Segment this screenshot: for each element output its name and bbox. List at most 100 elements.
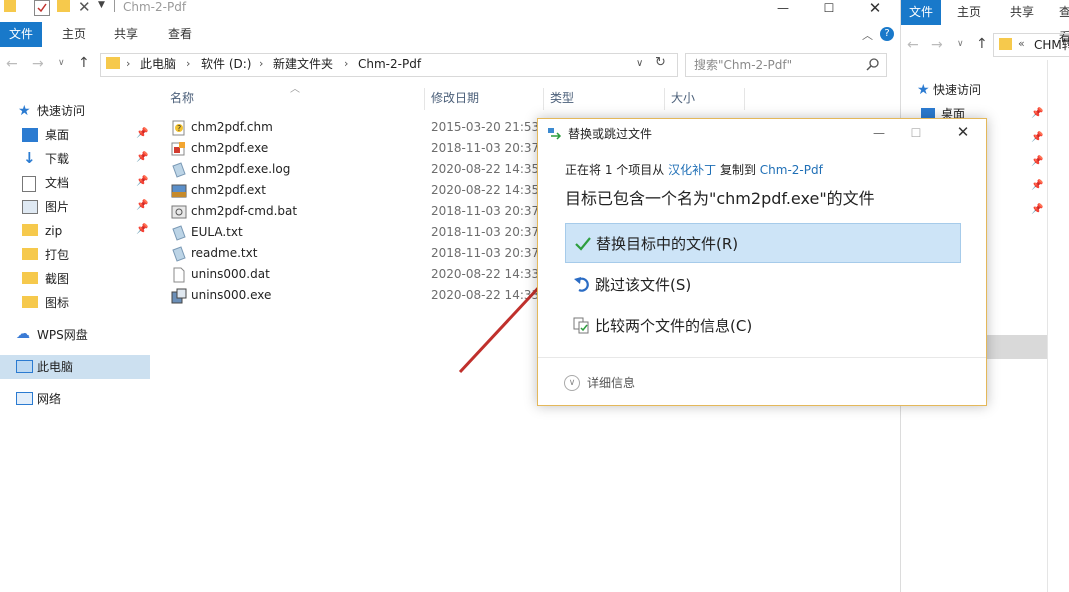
selected-nav-item[interactable]: [987, 335, 1047, 359]
up-button[interactable]: ↑: [78, 55, 90, 71]
nav-quick-access[interactable]: 快速访问: [933, 83, 981, 97]
minimize-button[interactable]: —: [760, 0, 806, 16]
pin-icon[interactable]: 📌: [136, 200, 148, 211]
column-size[interactable]: 大小: [671, 88, 695, 108]
nav-network[interactable]: 网络: [0, 387, 150, 411]
column-divider[interactable]: [543, 88, 544, 110]
pin-icon[interactable]: 📌: [136, 176, 148, 187]
nav-item-documents[interactable]: 文档 📌: [0, 171, 150, 195]
txt-file-icon: [171, 225, 187, 241]
maximize-button[interactable]: ☐: [901, 123, 931, 143]
column-type[interactable]: 类型: [550, 88, 574, 108]
tab-share[interactable]: 共享: [104, 22, 148, 47]
minimize-button[interactable]: —: [864, 123, 894, 143]
close-button[interactable]: ✕: [852, 0, 898, 17]
search-icon[interactable]: [866, 57, 880, 71]
file-row[interactable]: chm2pdf.ext 2020-08-22 14:35: [165, 180, 545, 201]
exe-app-icon: [171, 141, 187, 157]
file-row[interactable]: chm2pdf.exe 2018-11-03 20:37: [165, 138, 545, 159]
pane-divider: [1047, 60, 1048, 592]
close-button[interactable]: ✕: [948, 122, 978, 142]
nav-item-pack[interactable]: 打包: [0, 243, 150, 267]
pin-icon[interactable]: 📌: [1031, 108, 1043, 119]
recent-locations-icon[interactable]: ∨: [58, 58, 65, 68]
source-folder-link[interactable]: 汉化补丁: [668, 163, 716, 177]
file-row[interactable]: ? chm2pdf.chm 2015-03-20 21:53: [165, 117, 545, 138]
nav-item-desktop[interactable]: 桌面 📌: [0, 123, 150, 147]
address-dropdown-icon[interactable]: ∨: [636, 58, 643, 69]
nav-item-screenshots[interactable]: 截图: [0, 267, 150, 291]
pin-icon[interactable]: 📌: [1031, 204, 1043, 215]
ribbon-expand-icon[interactable]: ︿: [862, 27, 873, 43]
breadcrumb-folder[interactable]: 新建文件夹: [273, 57, 333, 71]
tab-view[interactable]: 查看: [158, 22, 202, 47]
recent-locations-icon[interactable]: ∨: [957, 39, 964, 49]
compare-documents-icon: [573, 317, 591, 335]
nav-item-zip[interactable]: zip 📌: [0, 219, 150, 243]
breadcrumb-separator: ›: [259, 57, 264, 70]
skip-file-option[interactable]: 跳过该文件(S): [565, 265, 959, 303]
breadcrumb-current[interactable]: Chm-2-Pdf: [358, 57, 421, 71]
column-divider[interactable]: [424, 88, 425, 110]
pin-icon[interactable]: 📌: [136, 128, 148, 139]
file-name: chm2pdf.exe.log: [191, 162, 291, 176]
undo-arrow-icon: [573, 276, 591, 294]
nav-label: 快速访问: [37, 104, 86, 118]
nav-quick-access[interactable]: ★ 快速访问: [0, 99, 150, 123]
column-divider[interactable]: [664, 88, 665, 110]
log-file-icon: [171, 162, 187, 178]
option-label: 比较两个文件的信息(C): [595, 317, 753, 335]
breadcrumb-overflow-icon[interactable]: «: [1018, 37, 1025, 50]
column-name[interactable]: 名称: [170, 88, 194, 108]
nav-item-pictures[interactable]: 图片 📌: [0, 195, 150, 219]
tab-share[interactable]: 共享: [1010, 0, 1034, 25]
pin-icon[interactable]: 📌: [1031, 180, 1043, 191]
replace-file-option[interactable]: 替换目标中的文件(R): [565, 223, 961, 263]
breadcrumb-this-pc[interactable]: 此电脑: [140, 57, 176, 71]
forward-button[interactable]: →: [32, 56, 44, 72]
file-name: unins000.exe: [191, 288, 272, 302]
nav-label: WPS网盘: [37, 328, 88, 342]
nav-label: 图片: [45, 200, 70, 214]
destination-folder-link[interactable]: Chm-2-Pdf: [760, 163, 823, 177]
tab-file[interactable]: 文件: [0, 22, 42, 47]
file-row[interactable]: chm2pdf.exe.log 2020-08-22 14:35: [165, 159, 545, 180]
file-row[interactable]: chm2pdf-cmd.bat 2018-11-03 20:37: [165, 201, 545, 222]
pin-icon[interactable]: 📌: [136, 152, 148, 163]
nav-label: 文档: [45, 176, 70, 190]
quick-access-dropdown-icon[interactable]: ▼: [98, 0, 105, 10]
refresh-icon[interactable]: ↻: [655, 55, 666, 70]
back-button[interactable]: ←: [907, 37, 919, 53]
tab-home[interactable]: 主页: [957, 0, 981, 25]
picture-icon: [22, 200, 38, 214]
title-bar: ✕ ▼ Chm-2-Pdf — ☐ ✕: [0, 0, 900, 22]
properties-icon[interactable]: [34, 0, 50, 16]
nav-item-icons[interactable]: 图标: [0, 291, 150, 315]
pin-icon[interactable]: 📌: [1031, 132, 1043, 143]
tab-file[interactable]: 文件: [901, 0, 941, 25]
tab-home[interactable]: 主页: [52, 22, 96, 47]
compare-files-option[interactable]: 比较两个文件的信息(C): [565, 306, 959, 344]
nav-item-downloads[interactable]: ↓ 下载 📌: [0, 147, 150, 171]
up-button[interactable]: ↑: [976, 36, 988, 52]
help-icon[interactable]: ?: [880, 27, 894, 41]
column-date[interactable]: 修改日期: [431, 88, 479, 108]
file-date: 2018-11-03 20:37: [431, 225, 540, 239]
address-bar[interactable]: « CHM转: [993, 33, 1069, 57]
nav-wps-drive[interactable]: ☁ WPS网盘: [0, 323, 150, 347]
pin-icon[interactable]: 📌: [136, 224, 148, 235]
nav-this-pc[interactable]: 此电脑: [0, 355, 150, 379]
image-file-icon: [171, 183, 187, 199]
new-folder-icon[interactable]: [57, 0, 70, 12]
breadcrumb-current[interactable]: CHM转: [1034, 38, 1069, 52]
forward-button[interactable]: →: [931, 37, 943, 53]
breadcrumb-drive[interactable]: 软件 (D:): [201, 57, 251, 71]
column-divider[interactable]: [744, 88, 745, 110]
info-text: 复制到: [719, 163, 756, 177]
delete-icon[interactable]: ✕: [78, 0, 91, 16]
search-input[interactable]: 搜索"Chm-2-Pdf": [685, 53, 887, 77]
back-button[interactable]: ←: [6, 56, 18, 72]
pin-icon[interactable]: 📌: [1031, 156, 1043, 167]
nav-label: 网络: [37, 392, 62, 406]
maximize-button[interactable]: ☐: [806, 0, 852, 16]
